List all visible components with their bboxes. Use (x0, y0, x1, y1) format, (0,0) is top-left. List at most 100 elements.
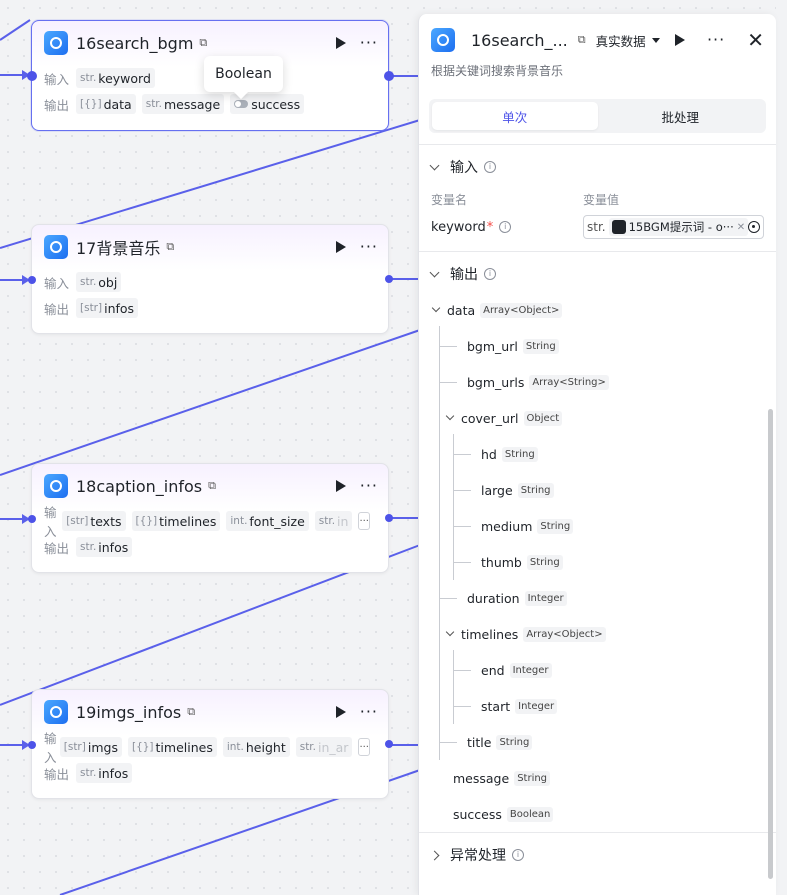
tree-item: hd String (481, 444, 538, 464)
node-title: 18caption_infos (76, 476, 203, 496)
output-chip: str. message (141, 94, 225, 114)
tree-item: thumb String (481, 552, 563, 572)
keyword-value-field[interactable]: str. 15BGM提示词 - o··· ✕ (583, 215, 764, 239)
col-name: 变量名 (431, 192, 468, 207)
tree-item: end Integer (481, 660, 552, 680)
input-chip: int. height (222, 737, 290, 757)
input-port[interactable] (27, 71, 37, 81)
input-label: 输入 (44, 505, 57, 539)
run-icon[interactable] (335, 37, 346, 49)
input-chip: [str] imgs (59, 737, 122, 757)
input-chip: str. in (314, 511, 353, 531)
input-chip: str. in_ar (295, 737, 353, 757)
canvas-edge-strip (776, 0, 787, 895)
plugin-icon (431, 28, 455, 52)
node-18caption-infos[interactable]: 18caption_infos ⧉ ··· 输入 [str] texts [{}]… (31, 463, 389, 573)
chevron-down-icon (429, 160, 440, 170)
plugin-icon (44, 700, 68, 724)
input-chip: str. obj (76, 272, 122, 292)
plugin-icon (44, 31, 68, 55)
plugin-icon (44, 474, 68, 498)
input-chip: str. keyword (76, 68, 155, 88)
tree-item: bgm_urls Array<String> (467, 372, 609, 392)
more-inputs-button[interactable]: ··· (358, 512, 370, 530)
output-chip: str. infos (76, 763, 133, 783)
edge (0, 329, 421, 476)
caret-down-icon (651, 37, 660, 43)
col-value: 变量值 (583, 192, 620, 207)
close-icon[interactable]: ✕ (747, 30, 764, 50)
output-label: 输出 (44, 540, 70, 556)
more-icon[interactable]: ··· (360, 478, 378, 494)
tree-item: bgm_url String (467, 336, 559, 356)
output-port[interactable] (385, 275, 393, 283)
run-icon[interactable] (335, 241, 346, 253)
edge (0, 19, 31, 41)
copy-icon[interactable]: ⧉ (199, 36, 207, 50)
tree-item: title String (467, 732, 533, 752)
output-tree: data Array<Object> bgm_url String bgm_urls… (419, 296, 776, 826)
run-icon[interactable] (335, 480, 346, 492)
tree-item: start Integer (481, 696, 558, 716)
run-icon[interactable] (335, 706, 346, 718)
node-19imgs-infos[interactable]: 19imgs_infos ⧉ ··· 输入 [str] imgs [{}] time… (31, 689, 389, 799)
tab-single[interactable]: 单次 (432, 102, 598, 130)
copy-icon[interactable]: ⧉ (187, 705, 195, 719)
copy-icon[interactable]: ⧉ (578, 33, 586, 47)
node-17bgm[interactable]: 17背景音乐 ⧉ ··· 输入 str. obj 输出 [str] infos (31, 224, 389, 334)
more-inputs-button[interactable]: ··· (358, 738, 370, 756)
remove-icon: ✕ (736, 221, 746, 233)
output-port[interactable] (385, 740, 393, 748)
tree-item[interactable]: cover_url Object (445, 408, 563, 428)
tree-item: large String (481, 480, 554, 500)
input-port[interactable] (28, 515, 36, 523)
variable-ref-chip[interactable]: 15BGM提示词 - o··· ✕ (608, 218, 749, 236)
keyword-row: keyword * i str. 15BGM提示词 - o··· ✕ (419, 209, 776, 245)
target-icon[interactable] (748, 221, 760, 233)
tree-item[interactable]: timelines Array<Object> (445, 624, 606, 644)
copy-icon[interactable]: ⧉ (166, 240, 174, 254)
more-icon[interactable]: ··· (360, 239, 378, 255)
boolean-icon (234, 100, 249, 108)
input-section-header[interactable]: 输入 i (419, 145, 776, 189)
more-icon[interactable]: ··· (707, 32, 725, 48)
chevron-right-icon (429, 850, 440, 860)
more-icon[interactable]: ··· (360, 35, 378, 51)
data-mode-select[interactable]: 真实数据 (596, 31, 660, 50)
output-label: 输出 (44, 766, 70, 782)
tree-item[interactable]: data Array<Object> (431, 300, 563, 320)
exception-section-header[interactable]: 异常处理 i (419, 833, 776, 877)
tree-item: success Boolean (453, 804, 554, 824)
scrollbar[interactable] (768, 409, 773, 879)
chevron-down-icon (445, 627, 455, 637)
input-label: 输入 (44, 71, 70, 87)
output-chip: str. infos (76, 537, 133, 557)
output-port[interactable] (385, 514, 393, 522)
copy-icon[interactable]: ⧉ (208, 479, 216, 493)
output-chip: [{}] data (76, 94, 136, 114)
more-icon[interactable]: ··· (360, 704, 378, 720)
input-columns: 变量名 变量值 (419, 189, 776, 209)
output-label: 输出 (44, 97, 70, 113)
input-port[interactable] (28, 741, 36, 749)
tab-batch[interactable]: 批处理 (598, 102, 764, 130)
tree-item: medium String (481, 516, 574, 536)
node-title: 16search_bgm (76, 33, 194, 53)
output-label: 输出 (44, 301, 70, 317)
info-icon: i (484, 161, 496, 173)
input-port[interactable] (28, 276, 36, 284)
input-label: 输入 (44, 275, 70, 291)
chevron-down-icon (445, 411, 455, 421)
output-port[interactable] (384, 71, 394, 81)
type-tag: str. (587, 220, 606, 234)
output-section-header[interactable]: 输出 i (419, 252, 776, 296)
panel-title: 16search_... (471, 30, 568, 50)
chevron-down-icon (429, 267, 440, 277)
tree-item: duration Integer (467, 588, 567, 608)
node-ref-icon (611, 220, 626, 234)
info-icon: i (499, 221, 512, 233)
input-label: 输入 (44, 731, 57, 765)
run-icon[interactable] (674, 34, 685, 46)
chevron-down-icon (431, 303, 441, 313)
keyword-label: keyword (431, 219, 486, 235)
